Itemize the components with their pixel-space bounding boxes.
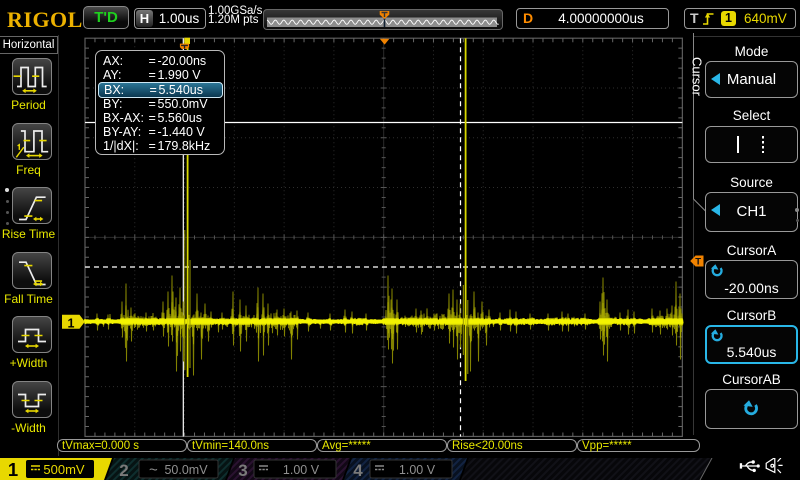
svg-text:500mV: 500mV xyxy=(43,462,85,477)
svg-text:50.0mV: 50.0mV xyxy=(164,463,208,477)
svg-text:2: 2 xyxy=(119,461,128,480)
svg-text:1: 1 xyxy=(68,316,75,330)
svg-text:3: 3 xyxy=(238,461,247,480)
svg-text:1: 1 xyxy=(8,459,18,480)
svg-text:T: T xyxy=(695,257,701,268)
svg-text:4: 4 xyxy=(353,461,363,480)
svg-text:1.00 V: 1.00 V xyxy=(283,463,320,477)
svg-text:1.00 V: 1.00 V xyxy=(399,463,436,477)
svg-text:~: ~ xyxy=(149,462,158,479)
